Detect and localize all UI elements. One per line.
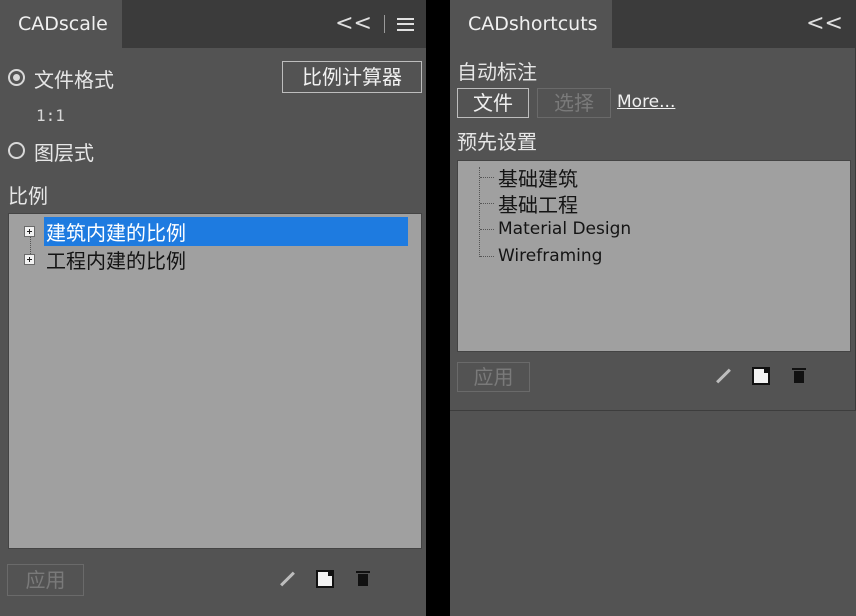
radio-file-format[interactable] xyxy=(8,69,25,86)
preset-item-architecture[interactable]: 基础建筑 xyxy=(498,164,578,191)
expand-plus-icon[interactable] xyxy=(24,225,35,237)
empty-dock-area xyxy=(450,410,856,616)
collapse-panel-icon[interactable]: << xyxy=(335,0,372,48)
expand-plus-icon[interactable] xyxy=(24,253,35,265)
preset-item-label: 基础工程 xyxy=(498,192,578,217)
apply-button[interactable]: 应用 xyxy=(457,362,530,392)
scale-tree-list[interactable]: 建筑内建的比例 工程内建的比例 xyxy=(8,213,422,549)
tab-cadshortcuts[interactable]: CADshortcuts xyxy=(450,0,612,48)
apply-button[interactable]: 应用 xyxy=(7,564,84,596)
preset-item-label: Material Design xyxy=(498,219,632,239)
layer-style-label: 图层式 xyxy=(34,141,94,165)
format-value: 1:1 xyxy=(36,106,65,125)
panel-menu-icon[interactable] xyxy=(397,17,414,31)
tree-item-label: 建筑内建的比例 xyxy=(44,216,408,246)
cadscale-panel: CADscale << 文件格式 1:1 图层式 比例计算器 比例 建筑内建的比… xyxy=(0,0,426,616)
preset-item-wireframing[interactable]: Wireframing xyxy=(498,243,602,269)
file-button[interactable]: 文件 xyxy=(457,88,529,118)
select-button[interactable]: 选择 xyxy=(537,88,611,118)
cadscale-footer-icons xyxy=(278,570,372,588)
tree-branch xyxy=(480,256,494,257)
cadshortcuts-panel: CADshortcuts << 自动标注 文件 选择 More... 预先设置 … xyxy=(450,0,856,410)
tree-branch xyxy=(480,177,494,178)
cadshortcuts-footer-icons xyxy=(714,367,808,385)
cadshortcuts-tab-bar: CADshortcuts << xyxy=(450,0,855,48)
preset-item-label: 基础建筑 xyxy=(498,166,578,191)
auto-annotate-label: 自动标注 xyxy=(457,60,537,84)
radio-layer-style[interactable] xyxy=(8,142,25,159)
pencil-icon[interactable] xyxy=(714,367,732,385)
tree-item-engineering[interactable]: 工程内建的比例 xyxy=(24,246,188,273)
tree-branch xyxy=(480,229,494,230)
presets-list[interactable]: 基础建筑 基础工程 Material Design Wireframing xyxy=(457,160,851,352)
tab-cadscale[interactable]: CADscale xyxy=(0,0,122,48)
collapse-panel-icon[interactable]: << xyxy=(806,0,843,48)
file-format-label: 文件格式 xyxy=(34,68,114,92)
new-item-icon[interactable] xyxy=(752,367,770,385)
tab-separator xyxy=(384,15,385,33)
more-link[interactable]: More... xyxy=(617,92,675,112)
preset-item-engineering[interactable]: 基础工程 xyxy=(498,190,578,217)
preset-item-label: Wireframing xyxy=(498,246,603,266)
preset-item-material-design[interactable]: Material Design xyxy=(498,216,631,242)
scale-section-label: 比例 xyxy=(8,184,48,208)
tree-item-label: 工程内建的比例 xyxy=(46,248,186,273)
scale-calculator-button[interactable]: 比例计算器 xyxy=(282,61,422,93)
trash-icon[interactable] xyxy=(354,570,372,588)
cadshortcuts-tab-actions: << xyxy=(806,0,843,48)
pencil-icon[interactable] xyxy=(278,570,296,588)
new-item-icon[interactable] xyxy=(316,570,334,588)
trash-icon[interactable] xyxy=(790,367,808,385)
tree-branch xyxy=(480,203,494,204)
tree-connector xyxy=(479,167,480,257)
tree-item-architecture[interactable]: 建筑内建的比例 xyxy=(24,216,408,246)
cadscale-tab-actions: << xyxy=(335,0,414,48)
presets-label: 预先设置 xyxy=(457,130,537,154)
cadscale-tab-bar: CADscale << xyxy=(0,0,426,48)
